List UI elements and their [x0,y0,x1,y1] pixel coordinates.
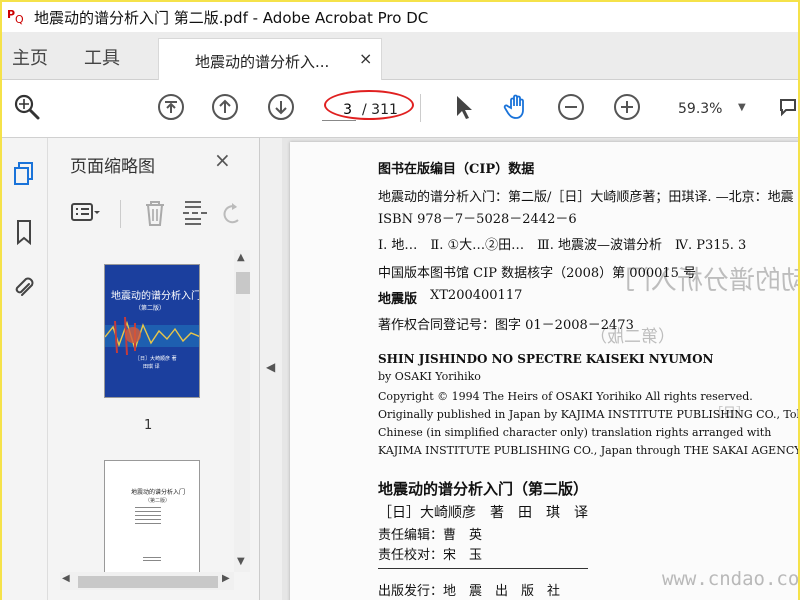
zoom-out-icon[interactable] [556,92,586,122]
english-title: SHIN JISHINDO NO SPECTRE KAISEKI NYUMON [378,352,714,366]
scroll-right-icon[interactable]: ▶ [222,573,230,584]
close-tab-button[interactable]: × [359,49,372,68]
hand-tool-icon[interactable] [502,92,532,122]
toolbar: / 311 59.3% ▼ [2,80,798,138]
acrobat-window: PQ 地震动的谱分析入门 第二版.pdf - Adobe Acrobat Pro… [0,0,800,600]
trash-icon[interactable] [142,198,168,228]
english-rights: Chinese (in simplified character only) t… [378,426,772,439]
cip-line-5-label: 地震版 [378,292,418,307]
document-viewer[interactable]: 地震动的谱分析入门 （第二版） ［日］ 图书在版编目（CIP）数据 地震动的谱分… [282,138,798,600]
extract-pages-icon[interactable] [182,198,208,228]
zoom-in-icon[interactable] [612,92,642,122]
thumbnail-page-label: 1 [144,418,153,433]
cover-author: ［日］大崎顺彦 著 [135,356,177,362]
cip-line-6: 著作权合同登记号：图字 01－2008－2473 [378,318,634,333]
pdf-page: 地震动的谱分析入门 （第二版） ［日］ 图书在版编目（CIP）数据 地震动的谱分… [290,142,798,600]
scrollbar-thumb[interactable] [236,272,250,294]
english-author: by OSAKI Yorihiko [378,370,481,383]
horizontal-scrollbar-thumb[interactable] [78,576,218,588]
cover-edition: （第二版） [135,305,166,312]
thumb-text-block [135,507,161,525]
thumbnail-options-icon[interactable] [70,200,100,226]
thumbnail-scrollbar[interactable]: ▲ ▼ [234,250,250,572]
book-publisher: 出版发行：地 震 出 版 社 [378,584,561,599]
select-cursor-icon[interactable] [448,92,478,122]
cip-heading: 图书在版编目（CIP）数据 [378,162,535,177]
window-title: 地震动的谱分析入门 第二版.pdf - Adobe Acrobat Pro DC [34,8,429,27]
thumbnail-horizontal-scrollbar[interactable]: ◀ ▶ [60,572,234,590]
english-copyright: Copyright © 1994 The Heirs of OSAKI Yori… [378,390,753,403]
zoom-search-icon[interactable] [12,92,42,122]
cover-artwork [105,265,199,397]
cip-line-4: 中国版本图书馆 CIP 数据核字（2008）第 000015 号 [378,266,697,281]
close-panel-button[interactable]: × [214,148,231,172]
thumb-text-block [143,557,161,563]
watermark-text: www.cndao.com [662,568,798,590]
thumbnail-page-1[interactable]: 地震动的谱分析入门 （第二版） ［日］大崎顺彦 著 田琪 译 [104,264,200,398]
panel-tool-separator [120,200,121,228]
title-bar: PQ 地震动的谱分析入门 第二版.pdf - Adobe Acrobat Pro… [2,2,798,32]
first-page-icon[interactable] [156,92,186,122]
scroll-left-icon[interactable]: ◀ [62,573,70,584]
thumb-edition: （第二版） [145,498,171,504]
navigation-rail [2,138,48,600]
thumbnail-panel: 页面缩略图 × 地震动的谱分析入门 （第二版） ［日］大崎顺彦 著 田琪 译 1… [48,138,260,600]
tab-document[interactable]: 地震动的谱分析入... × [158,38,382,80]
panel-title: 页面缩略图 [70,157,155,177]
cip-line-3: Ⅰ. 地… Ⅱ. ①大…②田… Ⅲ. 地震波—波谱分析 Ⅳ. P315. 3 [378,238,747,253]
toolbar-separator [420,94,421,122]
book-title: 地震动的谱分析入门（第二版） [378,480,589,498]
panel-toolbar [68,196,248,232]
tab-tools[interactable]: 工具 [84,44,120,70]
cip-line-5-value: XT200400117 [430,288,523,303]
cover-translator: 田琪 译 [143,364,160,370]
english-agency: KAJIMA INSTITUTE PUBLISHING CO., Japan t… [378,444,798,457]
thumbnail-page-2[interactable]: 地震动的谱分析入门 （第二版） [104,460,200,578]
scroll-down-icon[interactable]: ▼ [237,556,245,567]
zoom-level[interactable]: 59.3% [678,101,722,117]
rotate-icon[interactable] [222,200,246,228]
collapse-arrow-icon[interactable]: ◀ [266,360,275,374]
app-logo-icon: PQ [7,8,24,26]
panel-collapse-handle[interactable]: ◀ [260,138,282,600]
red-highlight-annotation [324,90,414,120]
tab-home[interactable]: 主页 [12,44,48,70]
attachment-icon[interactable] [10,274,38,302]
book-editor: 责任编辑：曹 英 [378,528,483,543]
english-publisher: Originally published in Japan by KAJIMA … [378,408,798,421]
comment-tool-icon[interactable] [778,92,798,122]
book-authors: ［日］大崎顺彦 著 田 琪 译 [378,505,588,521]
bookmark-icon[interactable] [10,218,38,246]
page-thumbnails-icon[interactable] [10,160,38,188]
next-page-icon[interactable] [266,92,296,122]
previous-page-icon[interactable] [210,92,240,122]
chevron-down-icon[interactable]: ▼ [738,102,746,113]
tab-bar: 主页 工具 地震动的谱分析入... × [2,32,798,80]
cip-line-1: 地震动的谱分析入门：第二版/［日］大崎顺彦著；田琪译. —北京：地震 [378,190,794,205]
book-proof: 责任校对：宋 玉 [378,548,483,563]
document-tab-label: 地震动的谱分析入... [195,53,330,71]
thumb-title: 地震动的谱分析入门 [131,489,186,496]
cip-line-2: ISBN 978－7－5028－2442－6 [378,212,577,227]
cover-title: 地震动的谱分析入门 [111,291,200,302]
thumbnail-list: 地震动的谱分析入门 （第二版） ［日］大崎顺彦 著 田琪 译 1 地震动的谱分析… [56,248,232,578]
scroll-up-icon[interactable]: ▲ [237,252,245,263]
divider-rule [378,568,588,569]
